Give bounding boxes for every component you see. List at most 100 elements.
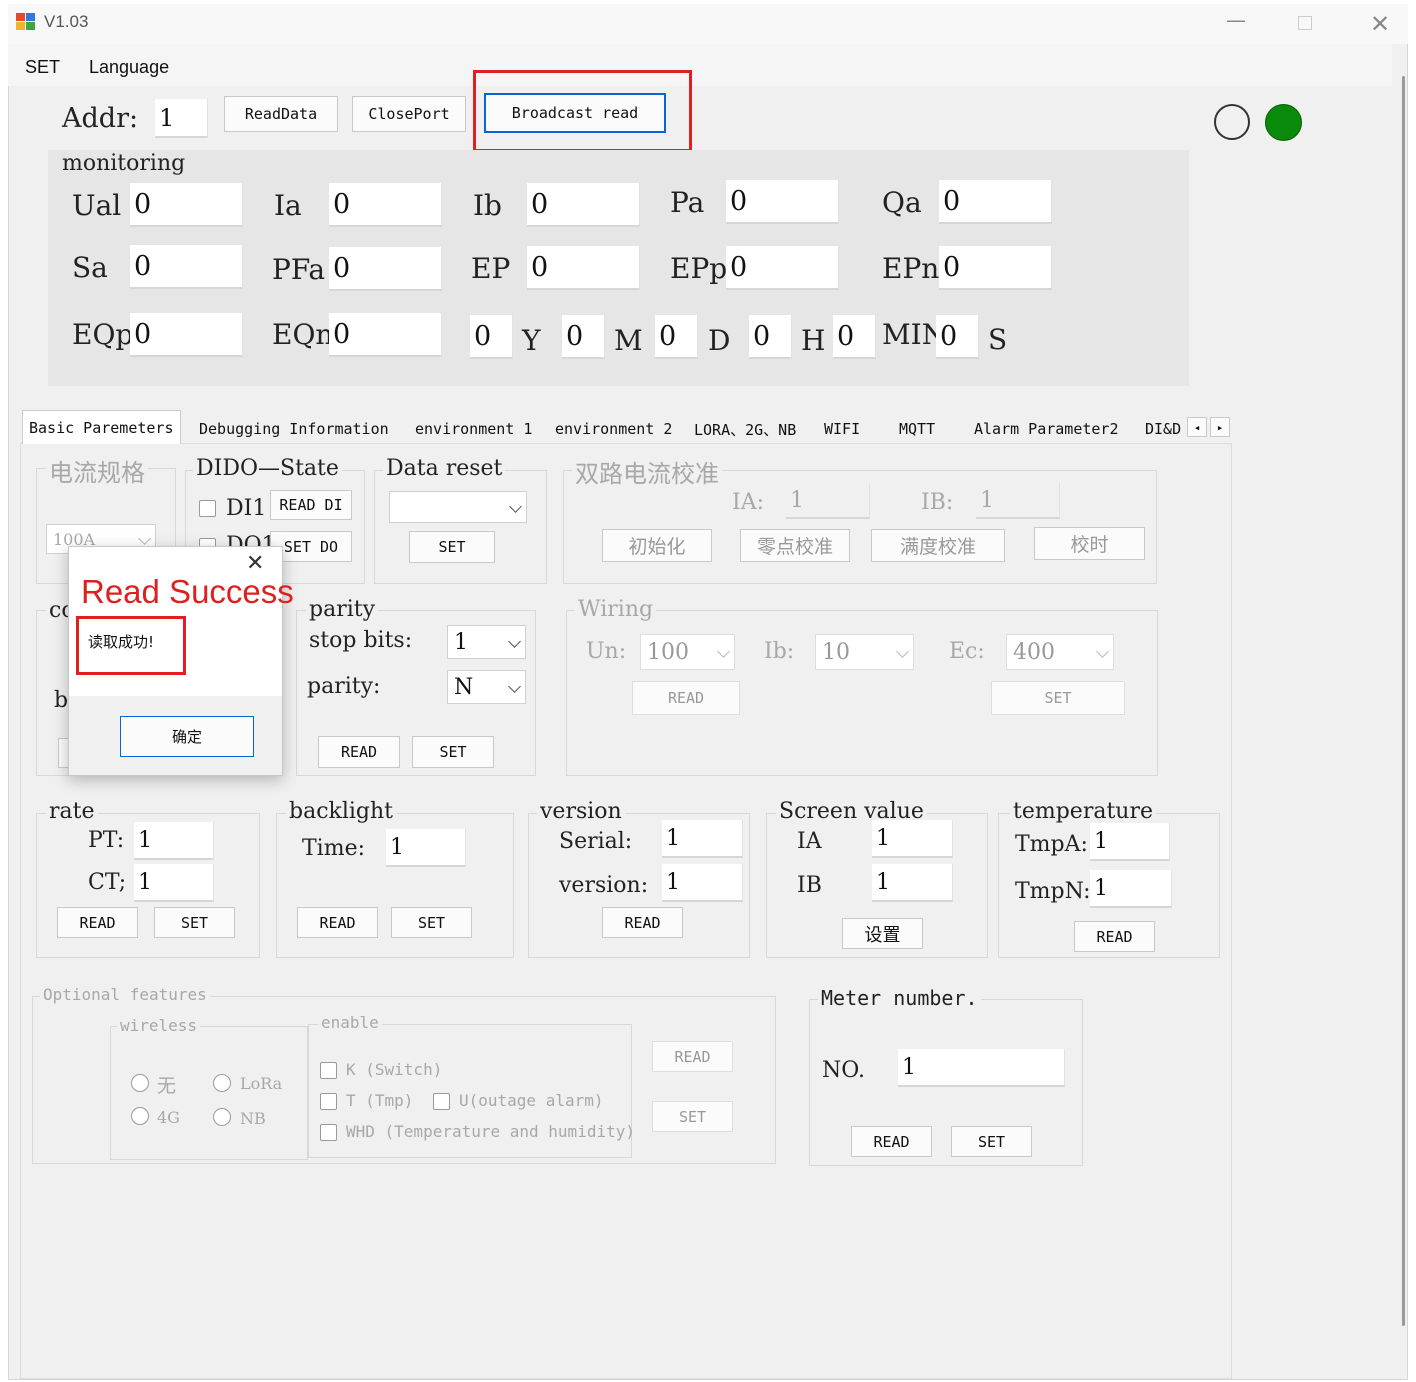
di1-checkbox[interactable] (199, 500, 216, 517)
radio-lora[interactable] (213, 1074, 231, 1092)
meter-no-input[interactable]: 1 (898, 1049, 1065, 1087)
tmpn-label: TmpN: (1015, 879, 1091, 904)
tab-di-do[interactable]: DI&D (1139, 414, 1187, 444)
read-data-button[interactable]: ReadData (224, 96, 338, 132)
ia-value[interactable]: 0 (329, 183, 442, 227)
tab-debugging-information[interactable]: Debugging Information (193, 414, 395, 444)
eqp-value[interactable]: 0 (130, 313, 243, 357)
check-outage[interactable] (433, 1093, 450, 1110)
screen-set-button[interactable]: 设置 (842, 918, 923, 949)
ual-value[interactable]: 0 (130, 183, 243, 227)
tmpa-input[interactable]: 1 (1090, 823, 1170, 861)
sa-value[interactable]: 0 (130, 245, 243, 289)
wiring-ec-select[interactable]: 400 (1006, 634, 1114, 670)
version-read-button[interactable]: READ (602, 907, 683, 938)
eqn-value[interactable]: 0 (329, 313, 442, 357)
qa-value[interactable]: 0 (939, 180, 1052, 224)
dialog-ok-button[interactable]: 确定 (120, 716, 254, 757)
full-cal-button[interactable]: 满度校准 (871, 529, 1005, 562)
tab-lora-2g-nb[interactable]: LORA、2G、NB (688, 414, 802, 444)
tab-scroll-left-icon[interactable]: ◂ (1187, 417, 1207, 437)
close-port-button[interactable]: ClosePort (352, 96, 466, 132)
radio-nb[interactable] (213, 1108, 231, 1126)
radio-4g-label: 4G (157, 1108, 180, 1127)
rate-title: rate (46, 799, 98, 824)
radio-4g[interactable] (131, 1107, 149, 1125)
wiring-ib-select[interactable]: 10 (815, 634, 914, 670)
month-value[interactable]: 0 (562, 315, 605, 359)
ib-value[interactable]: 0 (527, 183, 640, 227)
ct-input[interactable]: 1 (134, 864, 214, 902)
parity-value: N (454, 674, 474, 700)
backlight-time-input[interactable]: 1 (386, 829, 466, 867)
pt-input[interactable]: 1 (134, 822, 214, 860)
month-unit: M (614, 324, 643, 357)
tab-scroll-right-icon[interactable]: ▸ (1210, 417, 1230, 437)
rate-read-button[interactable]: READ (57, 907, 138, 938)
parity-select[interactable]: N (447, 670, 526, 704)
minimize-icon[interactable]: — (1226, 8, 1246, 32)
wiring-un-select[interactable]: 100 (640, 634, 735, 670)
radio-none-label: 无 (157, 1075, 177, 1097)
meter-set-button[interactable]: SET (951, 1126, 1032, 1157)
epn-value[interactable]: 0 (939, 246, 1052, 290)
menu-set[interactable]: SET (25, 57, 60, 78)
vertical-scrollbar[interactable] (1402, 76, 1405, 1326)
zero-cal-button[interactable]: 零点校准 (740, 529, 850, 562)
optional-read-button[interactable]: READ (652, 1041, 733, 1072)
epp-value[interactable]: 0 (726, 246, 839, 290)
check-outage-label: U(outage alarm) (459, 1091, 604, 1110)
wiring-read-button[interactable]: READ (632, 681, 740, 715)
minute-value[interactable]: 0 (833, 315, 876, 359)
day-value[interactable]: 0 (655, 315, 698, 359)
temperature-read-button[interactable]: READ (1074, 921, 1155, 952)
init-button[interactable]: 初始化 (602, 529, 712, 562)
serial-input[interactable]: 1 (662, 820, 743, 858)
tab-environment-1[interactable]: environment 1 (409, 414, 538, 444)
tab-environment-2[interactable]: environment 2 (549, 414, 678, 444)
dual-cal-ia-input[interactable]: 1 (786, 483, 870, 519)
dual-cal-ia-label: IA: (732, 490, 764, 515)
parity-set-button[interactable]: SET (412, 736, 494, 768)
tab-mqtt[interactable]: MQTT (893, 414, 941, 444)
close-icon[interactable]: ✕ (1370, 10, 1390, 38)
check-whd[interactable] (320, 1124, 337, 1141)
second-value[interactable]: 0 (936, 315, 979, 359)
tmpn-input[interactable]: 1 (1090, 870, 1172, 908)
backlight-set-button[interactable]: SET (391, 907, 472, 938)
screen-ib-input[interactable]: 1 (872, 864, 953, 902)
optional-set-button[interactable]: SET (652, 1101, 733, 1132)
read-di-button[interactable]: READ DI (270, 490, 352, 520)
ep-value[interactable]: 0 (527, 246, 640, 290)
version-input[interactable]: 1 (662, 864, 743, 902)
time-sync-button[interactable]: 校时 (1034, 527, 1145, 560)
meter-read-button[interactable]: READ (851, 1126, 932, 1157)
data-reset-select[interactable] (389, 491, 527, 523)
stop-bits-select[interactable]: 1 (447, 625, 526, 659)
pfa-value[interactable]: 0 (329, 247, 442, 291)
hour-value[interactable]: 0 (749, 315, 792, 359)
year-value[interactable]: 0 (470, 315, 513, 359)
current-spec-title: 电流规格 (46, 453, 148, 488)
version-label: version: (559, 873, 649, 898)
menu-language[interactable]: Language (89, 57, 169, 78)
parity-read-button[interactable]: READ (318, 736, 400, 768)
radio-none[interactable] (131, 1074, 149, 1092)
screen-ia-input[interactable]: 1 (872, 820, 953, 858)
wiring-set-button[interactable]: SET (991, 681, 1125, 715)
addr-input[interactable]: 1 (155, 99, 208, 138)
backlight-read-button[interactable]: READ (297, 907, 378, 938)
check-tmp[interactable] (320, 1093, 337, 1110)
data-reset-set-button[interactable]: SET (409, 531, 495, 563)
rate-set-button[interactable]: SET (154, 907, 235, 938)
maximize-icon[interactable] (1298, 16, 1312, 30)
qa-label: Qa (882, 186, 922, 219)
data-reset-group (374, 470, 547, 584)
tab-alarm-parameter2[interactable]: Alarm Parameter2 (968, 414, 1125, 444)
pa-value[interactable]: 0 (726, 180, 839, 224)
check-switch[interactable] (320, 1062, 337, 1079)
tab-wifi[interactable]: WIFI (818, 414, 866, 444)
addr-label: Addr: (62, 103, 139, 134)
tab-basic-parameters[interactable]: Basic Paremeters (22, 410, 181, 444)
dual-cal-ib-input[interactable]: 1 (976, 483, 1060, 519)
